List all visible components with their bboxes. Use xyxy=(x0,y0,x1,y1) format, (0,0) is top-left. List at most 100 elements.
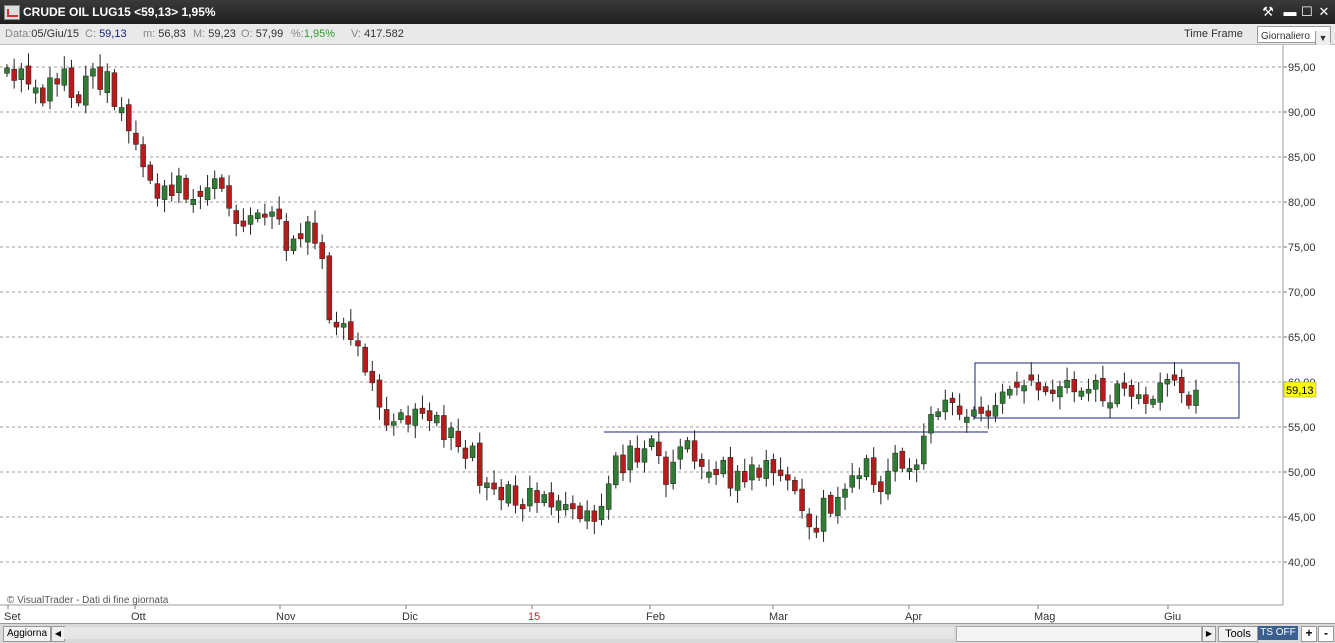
candle-body xyxy=(964,416,970,423)
candle xyxy=(32,79,39,104)
close-field: C: 59,13 xyxy=(85,28,127,40)
candle-body xyxy=(111,72,118,107)
candle-body xyxy=(262,213,268,218)
candle-body xyxy=(777,469,784,476)
candle xyxy=(104,63,111,104)
candle-body xyxy=(1064,379,1070,388)
candle xyxy=(434,411,440,427)
scroll-thumb[interactable] xyxy=(956,626,1202,642)
candle xyxy=(391,413,397,436)
candle xyxy=(469,442,476,462)
candle xyxy=(813,515,820,539)
candle-body xyxy=(133,132,139,145)
candle-body xyxy=(541,494,547,504)
candle xyxy=(176,167,182,204)
candle-body xyxy=(863,458,870,478)
candle-body xyxy=(247,215,254,225)
candle-body xyxy=(161,185,168,200)
candle-body xyxy=(126,104,132,132)
candle-body xyxy=(11,68,17,81)
candle xyxy=(849,463,855,494)
candle-body xyxy=(505,484,512,504)
candle xyxy=(204,175,211,206)
x-tick-label: Mar xyxy=(769,611,788,623)
title-bar: CRUDE OIL LUG15 <59,13> 1,95% ⚒ ▬ ☐ ✕ xyxy=(0,0,1335,24)
zoom-in-button[interactable]: + xyxy=(1301,626,1317,642)
consolidation-box[interactable] xyxy=(974,362,1240,419)
x-tick-label: Apr xyxy=(905,611,922,623)
candle xyxy=(1107,394,1113,419)
candle xyxy=(25,53,32,90)
scroll-track[interactable] xyxy=(64,627,954,639)
candle-body xyxy=(999,391,1006,404)
maximize-button[interactable]: ☐ xyxy=(1298,4,1316,20)
scroll-left-button[interactable]: ◀ xyxy=(51,626,65,642)
candle xyxy=(584,500,590,530)
timeframe-value: Giornaliero xyxy=(1261,31,1310,42)
candle xyxy=(770,453,777,486)
candle xyxy=(362,343,368,376)
candle xyxy=(1049,379,1056,402)
zoom-out-button[interactable]: - xyxy=(1318,626,1334,642)
candle-body xyxy=(742,471,748,483)
scroll-right-button[interactable]: ▶ xyxy=(1202,626,1216,642)
candle xyxy=(835,486,841,524)
candle xyxy=(605,475,612,520)
price-chart[interactable]: 95,0090,0085,0080,0075,0070,0065,0060,00… xyxy=(0,45,1335,623)
tools-button[interactable]: Tools xyxy=(1218,626,1258,642)
candle-body xyxy=(913,464,920,470)
candle-body xyxy=(584,510,590,522)
candle xyxy=(441,405,447,448)
candle xyxy=(1128,379,1135,409)
candle xyxy=(211,170,218,200)
candle-body xyxy=(985,410,992,417)
candle-body xyxy=(562,504,569,511)
candle xyxy=(942,389,949,420)
candle xyxy=(40,84,46,107)
ts-off-button[interactable]: TS OFF xyxy=(1258,626,1298,640)
candle xyxy=(777,457,784,482)
x-tick-label: Nov xyxy=(276,611,296,623)
candle xyxy=(1064,367,1070,394)
candle-body xyxy=(656,441,662,457)
candle-body xyxy=(168,184,175,196)
candle xyxy=(620,444,626,481)
candle-body xyxy=(276,208,282,220)
candle xyxy=(677,438,684,470)
timeframe-select[interactable]: Giornaliero ▼ xyxy=(1257,26,1331,46)
candle xyxy=(641,440,648,473)
candle-body xyxy=(448,427,454,438)
y-tick-label: 80,00 xyxy=(1288,197,1316,209)
candle-body xyxy=(154,183,161,199)
candle-body xyxy=(47,77,53,102)
candle-body xyxy=(176,175,182,194)
candle-body xyxy=(326,255,333,321)
candle xyxy=(1071,371,1077,403)
candle-body xyxy=(598,505,605,520)
candle-body xyxy=(297,233,304,240)
candle-body xyxy=(283,221,290,251)
candle-body xyxy=(734,470,741,491)
candle xyxy=(505,481,512,507)
candle xyxy=(684,436,691,453)
candle-body xyxy=(727,457,734,489)
candle xyxy=(484,476,490,501)
candle xyxy=(863,454,870,481)
close-button[interactable]: ✕ xyxy=(1315,4,1333,20)
dropdown-icon[interactable]: ▼ xyxy=(1315,31,1330,46)
chart-canvas[interactable]: 95,0090,0085,0080,0075,0070,0065,0060,00… xyxy=(0,45,1335,623)
minimize-button[interactable]: ▬ xyxy=(1281,4,1299,20)
refresh-button[interactable]: Aggiorna xyxy=(3,626,51,642)
candle xyxy=(348,308,354,346)
candle xyxy=(935,408,941,421)
x-tick-label: Mag xyxy=(1034,611,1055,623)
candle xyxy=(956,393,963,421)
tools-icon[interactable]: ⚒ xyxy=(1259,4,1277,20)
candle-body xyxy=(426,410,433,421)
candle-body xyxy=(634,447,641,463)
candle xyxy=(663,451,669,498)
candle xyxy=(627,440,633,483)
candle xyxy=(806,508,812,540)
candle-body xyxy=(870,457,877,485)
candle-body xyxy=(756,467,762,478)
